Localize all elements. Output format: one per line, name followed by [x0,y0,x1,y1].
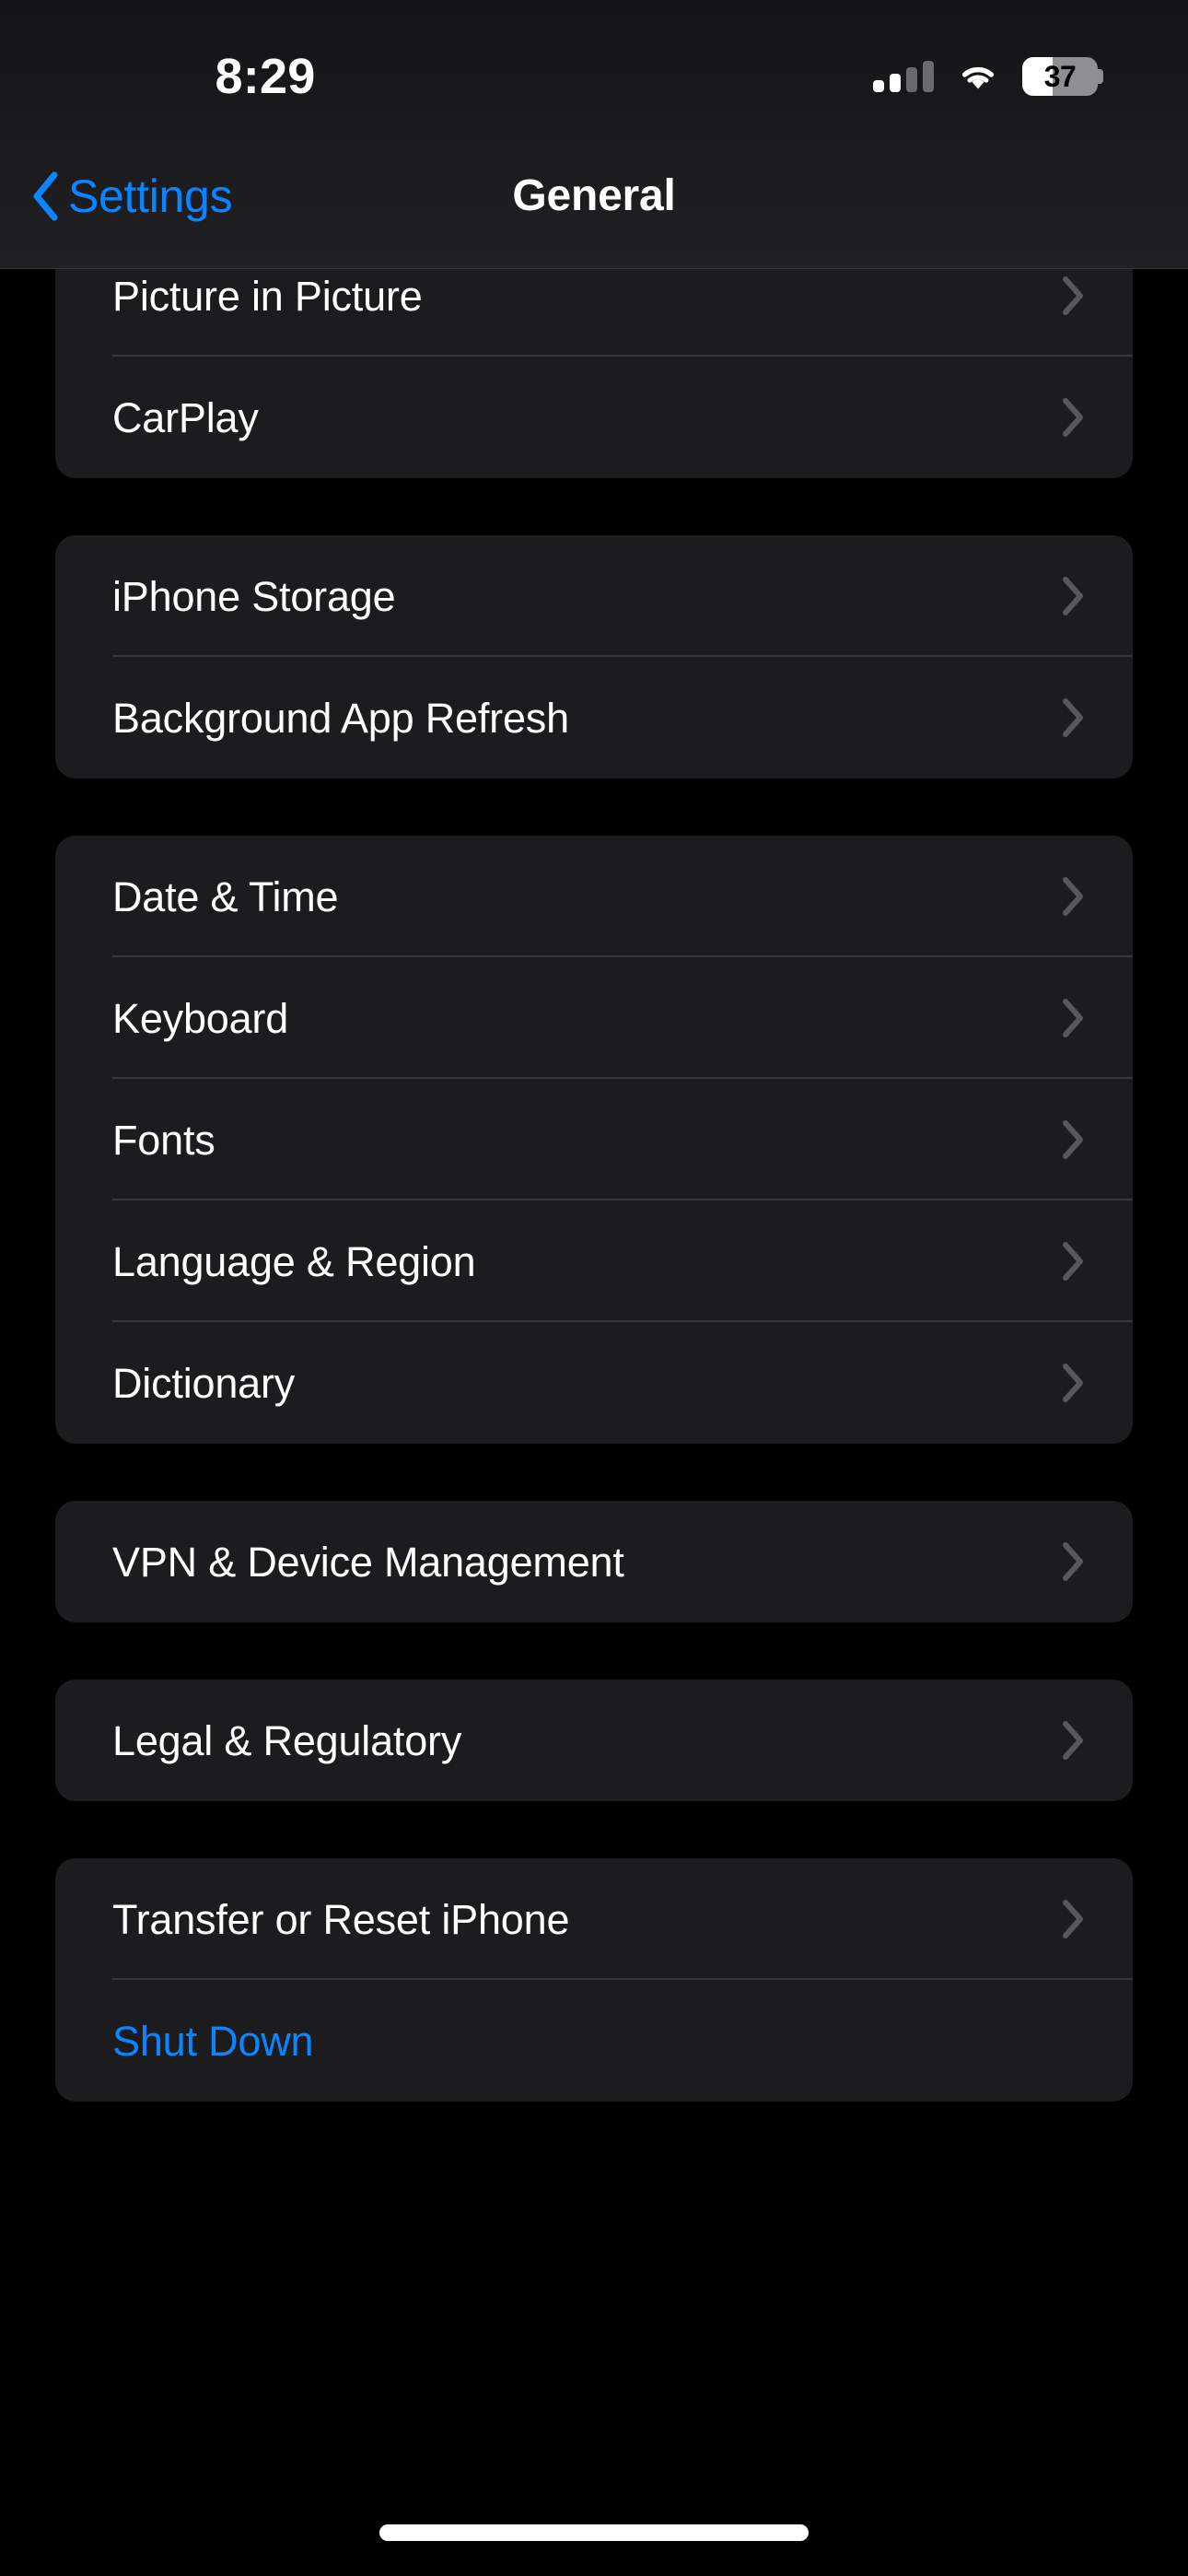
settings-row-label: VPN & Device Management [112,1538,624,1586]
settings-row-label: Background App Refresh [112,694,569,742]
nav-row: General Settings [0,155,1188,238]
settings-group: Picture in Picture CarPlay [55,235,1133,478]
settings-groups-container: Picture in Picture CarPlay iPhone Storage B… [0,235,1188,2159]
back-button[interactable]: Settings [31,155,233,238]
settings-row[interactable]: Shut Down [55,1980,1133,2102]
chevron-right-icon [1061,1720,1085,1761]
settings-row[interactable]: Background App Refresh [55,657,1133,779]
chevron-right-icon [1061,1541,1085,1582]
chevron-right-icon [1061,1119,1085,1160]
settings-row[interactable]: iPhone Storage [55,535,1133,657]
settings-row[interactable]: Keyboard [55,957,1133,1079]
chevron-right-icon [1061,1241,1085,1282]
settings-row-label: CarPlay [112,393,259,441]
settings-group: Date & Time Keyboard Fonts Language & Regio… [55,836,1133,1444]
settings-row[interactable]: Legal & Regulatory [55,1680,1133,1801]
chevron-right-icon [1061,576,1085,616]
cellular-signal-icon [873,61,934,92]
settings-row-label: Keyboard [112,994,289,1042]
settings-row[interactable]: Transfer or Reset iPhone [55,1858,1133,1980]
status-bar-clock: 8:29 [215,49,316,104]
settings-group: iPhone Storage Background App Refresh [55,535,1133,779]
settings-row-label: Shut Down [112,2017,314,2065]
back-button-label: Settings [68,170,233,222]
battery-percent-label: 37 [1043,60,1077,93]
battery-icon: 37 [1022,57,1103,96]
status-bar-indicators: 37 [873,55,1103,98]
chevron-right-icon [1061,397,1085,438]
settings-row-label: Date & Time [112,872,339,920]
chevron-right-icon [1061,1899,1085,1939]
wifi-icon [956,60,1000,93]
settings-row-label: Dictionary [112,1359,296,1407]
settings-group: Legal & Regulatory [55,1680,1133,1801]
battery-nub [1098,69,1103,84]
chevron-right-icon [1061,998,1085,1038]
settings-row[interactable]: CarPlay [55,357,1133,478]
home-indicator[interactable] [379,2524,809,2541]
chevron-left-icon [31,171,59,221]
settings-row-label: Language & Region [112,1237,476,1285]
chevron-right-icon [1061,1363,1085,1403]
chevron-right-icon [1061,697,1085,738]
settings-row-label: Fonts [112,1116,215,1164]
settings-scroll-view[interactable]: AirPlay & Handoff Picture in PictureCarP… [0,0,1188,2576]
iphone-screen: AirPlay & Handoff Picture in PictureCarP… [0,0,1188,2576]
settings-row-label: Picture in Picture [112,272,423,320]
status-bar: 8:29 37 [0,0,1188,138]
settings-row[interactable]: Dictionary [55,1322,1133,1444]
settings-row[interactable]: Fonts [55,1079,1133,1200]
settings-group: VPN & Device Management [55,1501,1133,1622]
settings-group: Transfer or Reset iPhone Shut Down [55,1858,1133,2102]
navigation-bar: 8:29 37 General Settings [0,0,1188,269]
settings-row[interactable]: Language & Region [55,1200,1133,1322]
settings-row[interactable]: VPN & Device Management [55,1501,1133,1622]
settings-row[interactable]: Date & Time [55,836,1133,957]
settings-row-label: Legal & Regulatory [112,1716,462,1764]
settings-row-label: Transfer or Reset iPhone [112,1895,570,1943]
chevron-right-icon [1061,275,1085,316]
chevron-right-icon [1061,876,1085,917]
settings-row-label: iPhone Storage [112,572,396,620]
